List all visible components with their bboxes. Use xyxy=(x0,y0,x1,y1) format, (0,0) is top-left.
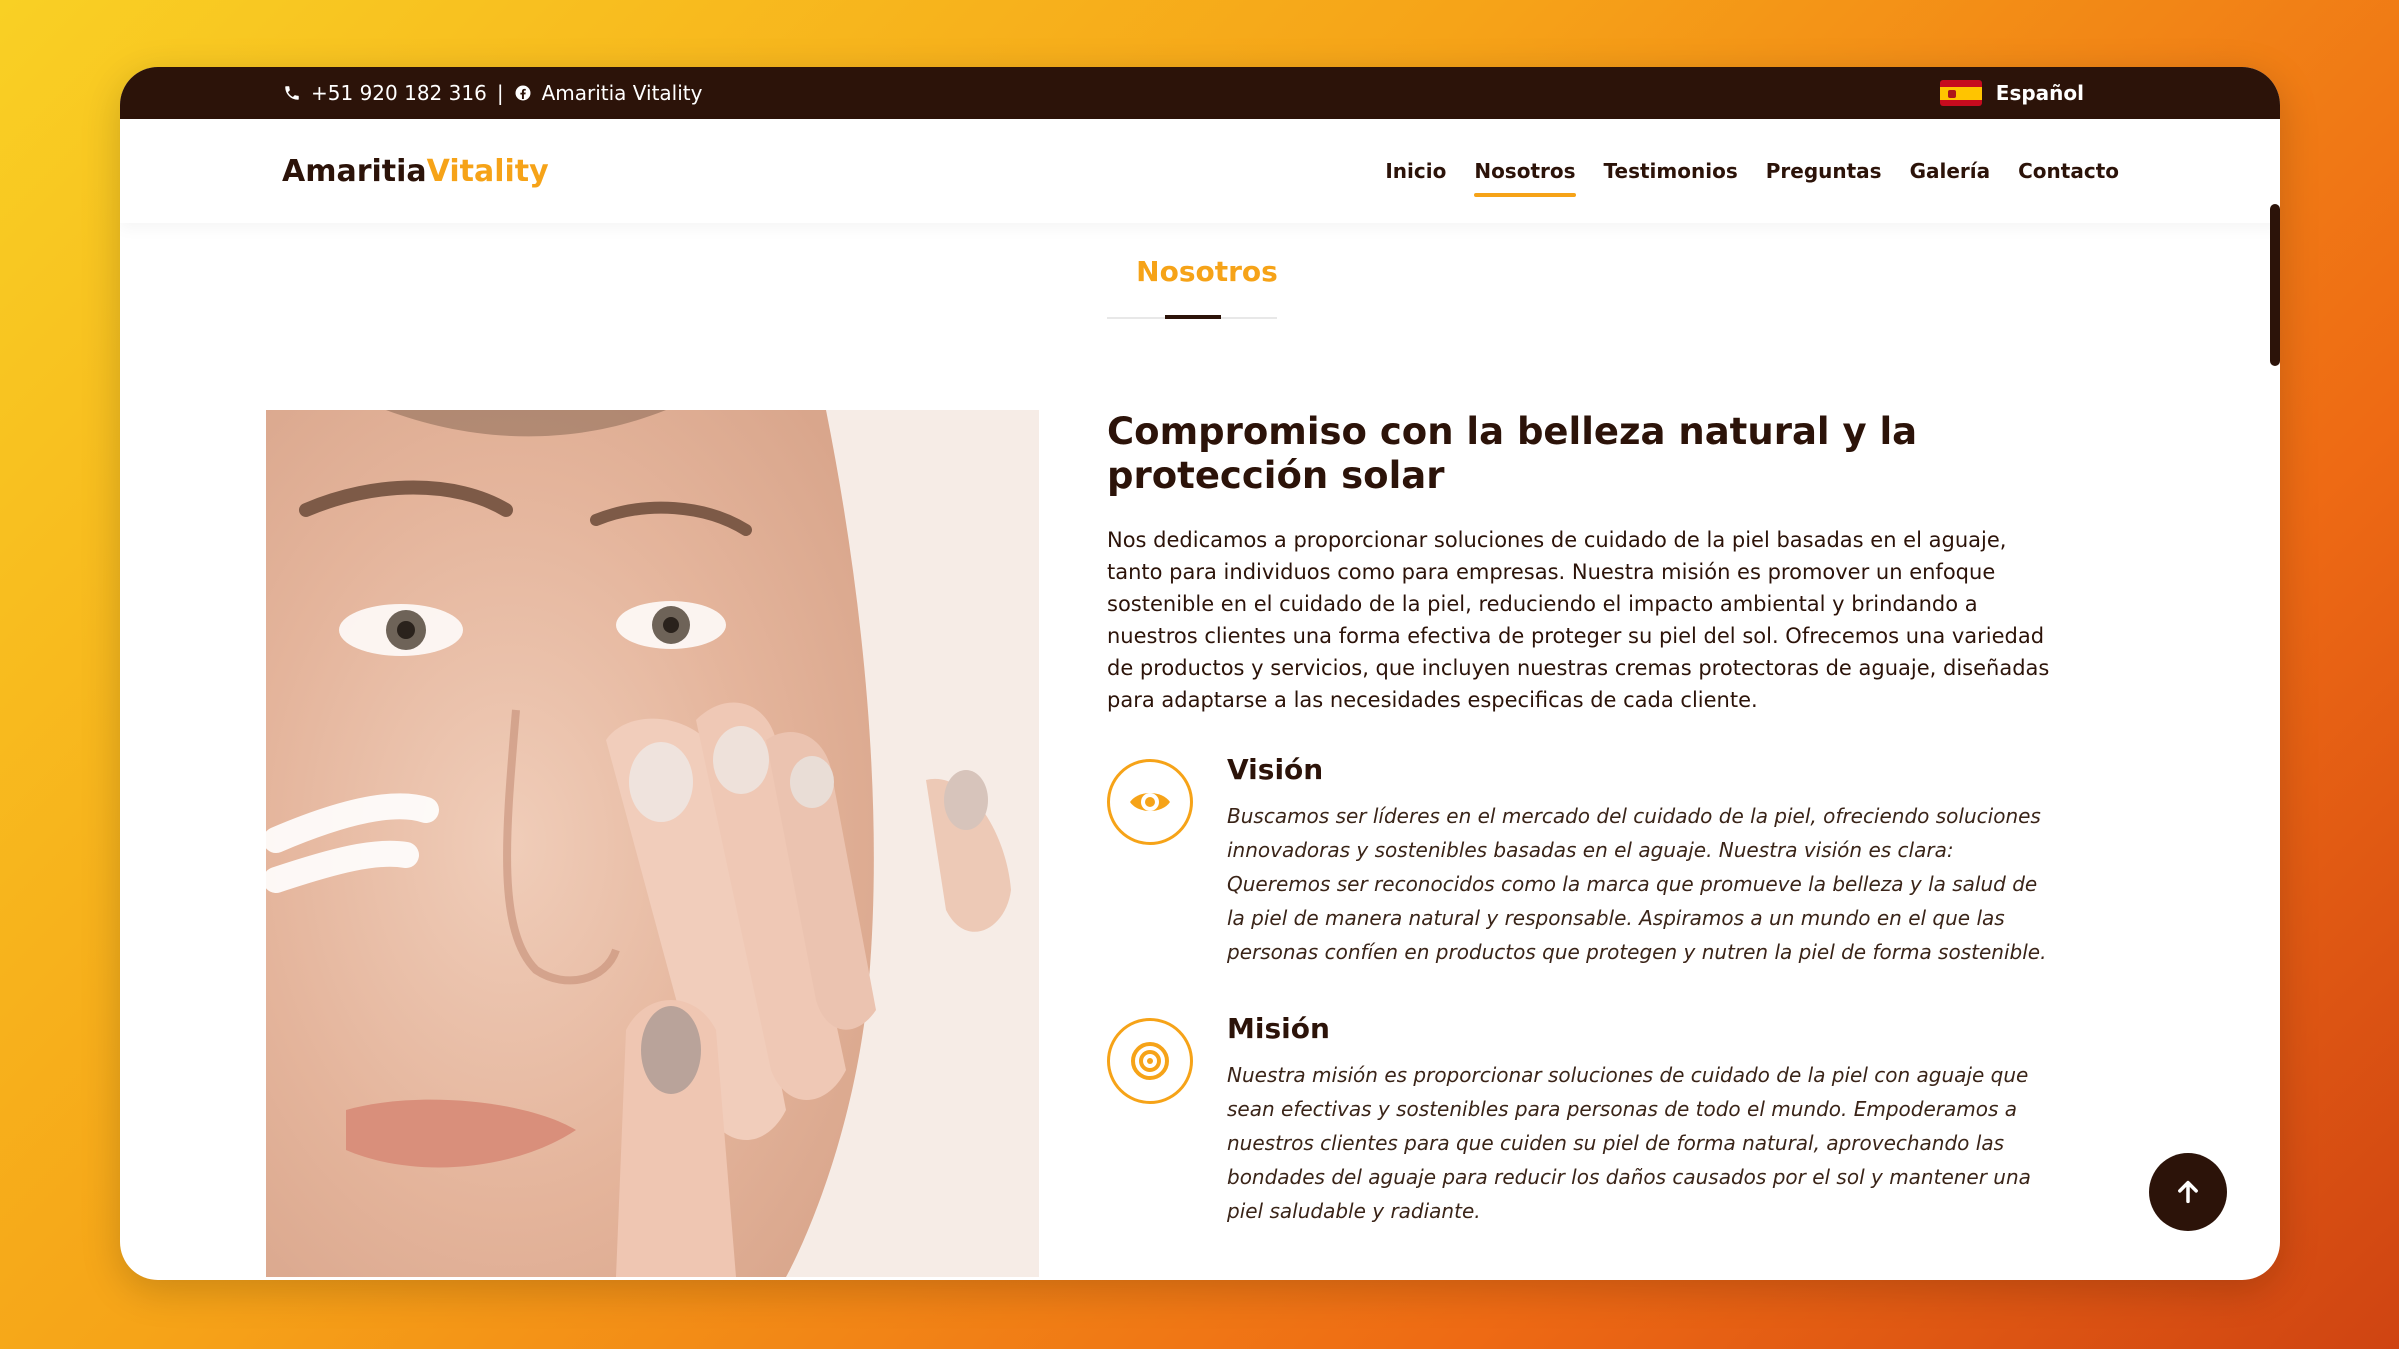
spain-flag-icon xyxy=(1939,80,1982,106)
nav-menu: Inicio Nosotros Testimonios Preguntas Ga… xyxy=(1385,119,2119,223)
phone-number[interactable]: +51 920 182 316 xyxy=(311,81,487,105)
vision-text: Buscamos ser líderes en el mercado del c… xyxy=(1227,804,2047,964)
eye-icon xyxy=(1107,759,1193,845)
nav-item-inicio[interactable]: Inicio xyxy=(1385,153,1446,189)
mission-text: Nuestra misión es proporcionar solucione… xyxy=(1227,1063,2031,1223)
nav-item-testimonios[interactable]: Testimonios xyxy=(1604,153,1738,189)
vision-title: Visión xyxy=(1227,753,1324,786)
facebook-icon[interactable] xyxy=(514,84,532,102)
woman-applying-cream-image xyxy=(266,410,1039,1277)
contact-info: +51 920 182 316 | Amaritia Vitality xyxy=(283,67,702,119)
nav-item-preguntas[interactable]: Preguntas xyxy=(1766,153,1882,189)
top-bar: +51 920 182 316 | Amaritia Vitality Espa… xyxy=(120,67,2280,119)
separator: | xyxy=(496,81,504,105)
section-title: Nosotros xyxy=(1136,255,1278,288)
about-intro: Nos dedicamos a proporcionar soluciones … xyxy=(1107,528,2050,712)
arrow-up-icon xyxy=(2178,1180,2198,1204)
about-heading: Compromiso con la belleza natural y la p… xyxy=(1107,410,1918,497)
language-label: Español xyxy=(1995,81,2084,105)
scroll-to-top-button[interactable] xyxy=(2149,1153,2227,1231)
logo-main: Amaritia xyxy=(282,153,427,189)
logo-accent: Vitality xyxy=(426,153,549,189)
scrollbar-thumb[interactable] xyxy=(2270,204,2280,366)
main-navbar: Amaritia Vitality Inicio Nosotros Testimo… xyxy=(120,119,2280,223)
phone-icon xyxy=(283,84,301,102)
title-divider xyxy=(1107,315,1277,319)
social-link[interactable]: Amaritia Vitality xyxy=(542,81,703,105)
browser-window: +51 920 182 316 | Amaritia Vitality Espa… xyxy=(120,67,2280,1280)
logo[interactable]: Amaritia Vitality xyxy=(282,119,549,223)
mission-title: Misión xyxy=(1227,1012,1330,1045)
target-icon xyxy=(1107,1018,1193,1104)
nav-item-galeria[interactable]: Galería xyxy=(1910,153,1991,189)
language-selector[interactable]: Español xyxy=(1939,67,2084,119)
nav-item-nosotros[interactable]: Nosotros xyxy=(1474,153,1576,197)
nav-item-contacto[interactable]: Contacto xyxy=(2018,153,2119,189)
